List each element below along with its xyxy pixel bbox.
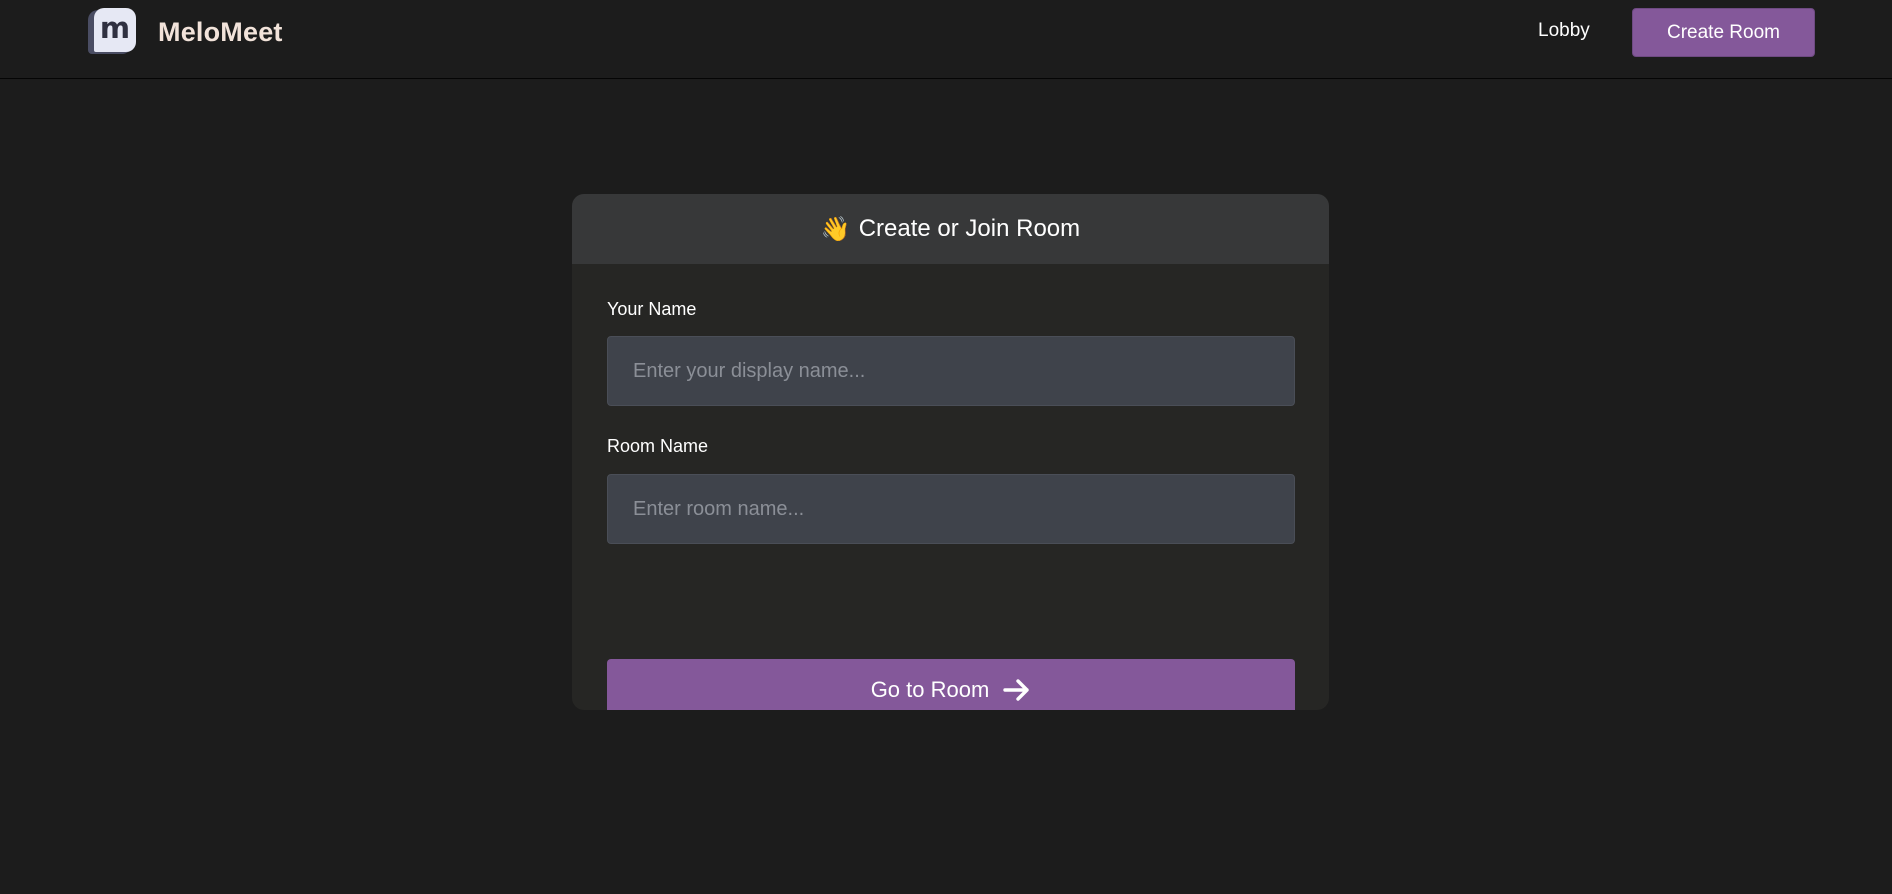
top-navbar: m MeloMeet Lobby Create Room	[0, 0, 1892, 79]
logo-letter: m	[99, 11, 131, 45]
nav-lobby-link[interactable]: Lobby	[1538, 20, 1590, 42]
room-name-label: Room Name	[607, 436, 709, 456]
go-to-room-button[interactable]: Go to Room	[607, 659, 1295, 710]
go-to-room-label: Go to Room	[870, 676, 990, 702]
brand-name: MeloMeet	[158, 16, 283, 47]
melomeet-logo-icon: m	[88, 8, 136, 56]
your-name-input[interactable]	[607, 336, 1295, 406]
your-name-label: Your Name	[607, 299, 697, 319]
create-room-button[interactable]: Create Room	[1632, 8, 1815, 57]
create-join-room-card: 👋 Create or Join Room Your Name Room Nam…	[572, 194, 1329, 710]
card-title: Create or Join Room	[858, 215, 1081, 242]
arrow-right-icon	[1003, 678, 1031, 702]
brand[interactable]: m MeloMeet	[88, 8, 283, 56]
waving-hand-icon: 👋	[820, 215, 851, 243]
room-name-input[interactable]	[607, 474, 1295, 544]
card-header: 👋 Create or Join Room	[572, 194, 1329, 264]
